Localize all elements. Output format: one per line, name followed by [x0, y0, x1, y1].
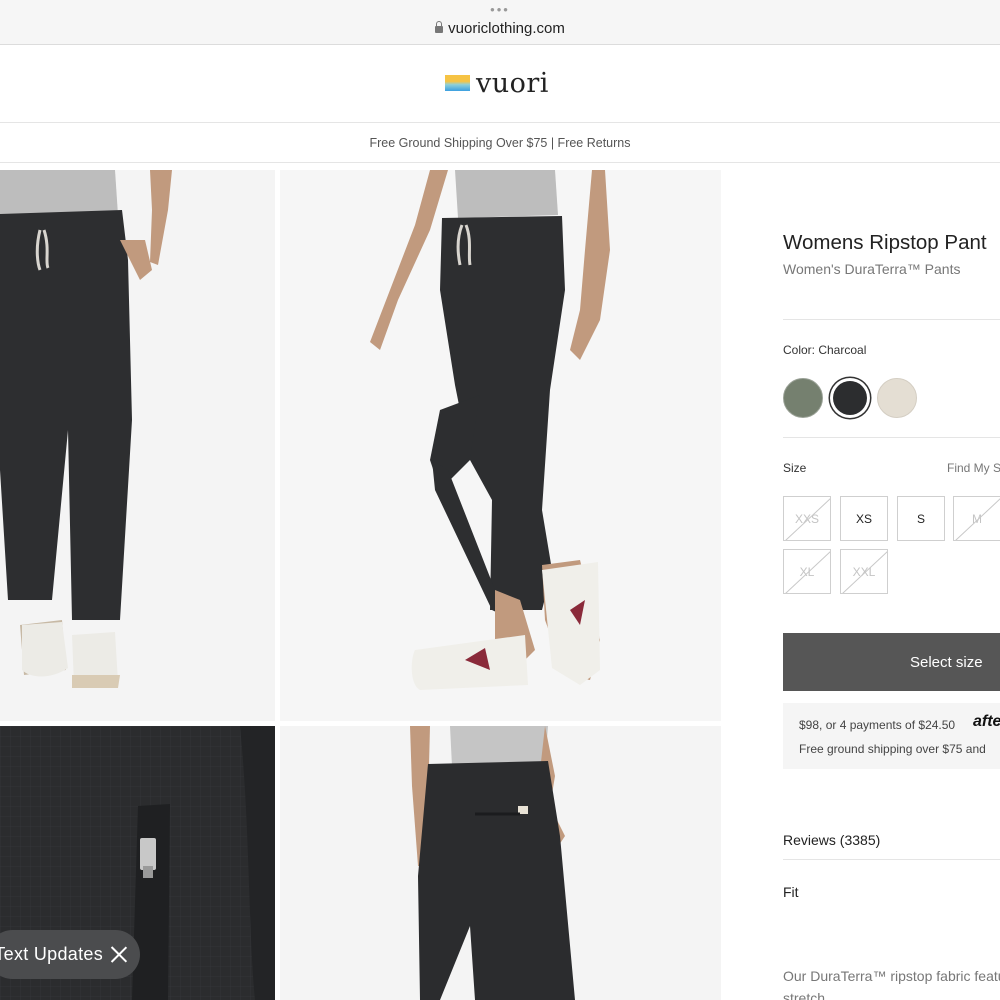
- browser-menu-dots[interactable]: •••: [0, 3, 1000, 16]
- product-info-panel: Womens Ripstop Pant Women's DuraTerra™ P…: [783, 170, 1000, 1000]
- browser-address-bar: ••• vuoriclothing.com: [0, 0, 1000, 45]
- url-text: vuoriclothing.com: [448, 20, 565, 37]
- text-updates-popup[interactable]: Text Updates: [0, 930, 140, 979]
- text-updates-label: Text Updates: [0, 944, 103, 964]
- size-s-button[interactable]: S: [897, 496, 945, 541]
- site-header: vuori: [0, 45, 1000, 123]
- installments-text: $98, or 4 payments of $24.50: [799, 718, 956, 732]
- divider: [783, 859, 1000, 860]
- swatch-charcoal-selected[interactable]: [833, 381, 867, 415]
- product-title: Womens Ripstop Pant: [783, 231, 987, 254]
- vuori-logo[interactable]: vuori: [445, 63, 549, 103]
- logo-mark-icon: [445, 75, 470, 91]
- product-image-back[interactable]: [280, 726, 721, 1000]
- close-icon[interactable]: [110, 945, 128, 963]
- promo-banner[interactable]: Free Ground Shipping Over $75 | Free Ret…: [0, 123, 1000, 163]
- lock-icon: [435, 21, 444, 33]
- product-image-side[interactable]: [280, 170, 721, 721]
- product-description: Our DuraTerra™ ripstop fabric features s…: [783, 968, 1000, 1000]
- find-my-size-link[interactable]: Find My Size: [947, 461, 1000, 475]
- size-xs-button[interactable]: XS: [840, 496, 888, 541]
- shipping-text: Free ground shipping over $75 and: [799, 742, 986, 756]
- payment-info-box: $98, or 4 payments of $24.50 afterpay Fr…: [783, 703, 1000, 769]
- swatch-green[interactable]: [783, 378, 823, 418]
- product-image-front[interactable]: [0, 170, 275, 721]
- size-xxs-button[interactable]: XXS: [783, 496, 831, 541]
- product-subtitle: Women's DuraTerra™ Pants: [783, 261, 961, 277]
- color-label: Color: Charcoal: [783, 343, 867, 357]
- swatch-stone[interactable]: [877, 378, 917, 418]
- reviews-accordion[interactable]: Reviews (3385): [783, 832, 880, 848]
- divider: [783, 319, 1000, 320]
- divider: [783, 437, 1000, 438]
- url-field[interactable]: vuoriclothing.com: [0, 20, 1000, 37]
- size-xl-button[interactable]: XL: [783, 549, 831, 594]
- select-size-button[interactable]: Select size: [783, 633, 1000, 691]
- afterpay-logo[interactable]: afterpay: [973, 713, 1000, 731]
- size-m-button[interactable]: M: [953, 496, 1000, 541]
- logo-text: vuori: [476, 67, 549, 99]
- promo-text: Free Ground Shipping Over $75 | Free Ret…: [369, 136, 631, 150]
- size-xxl-button[interactable]: XXL: [840, 549, 888, 594]
- size-label: Size: [783, 461, 807, 475]
- fit-accordion[interactable]: Fit: [783, 884, 799, 900]
